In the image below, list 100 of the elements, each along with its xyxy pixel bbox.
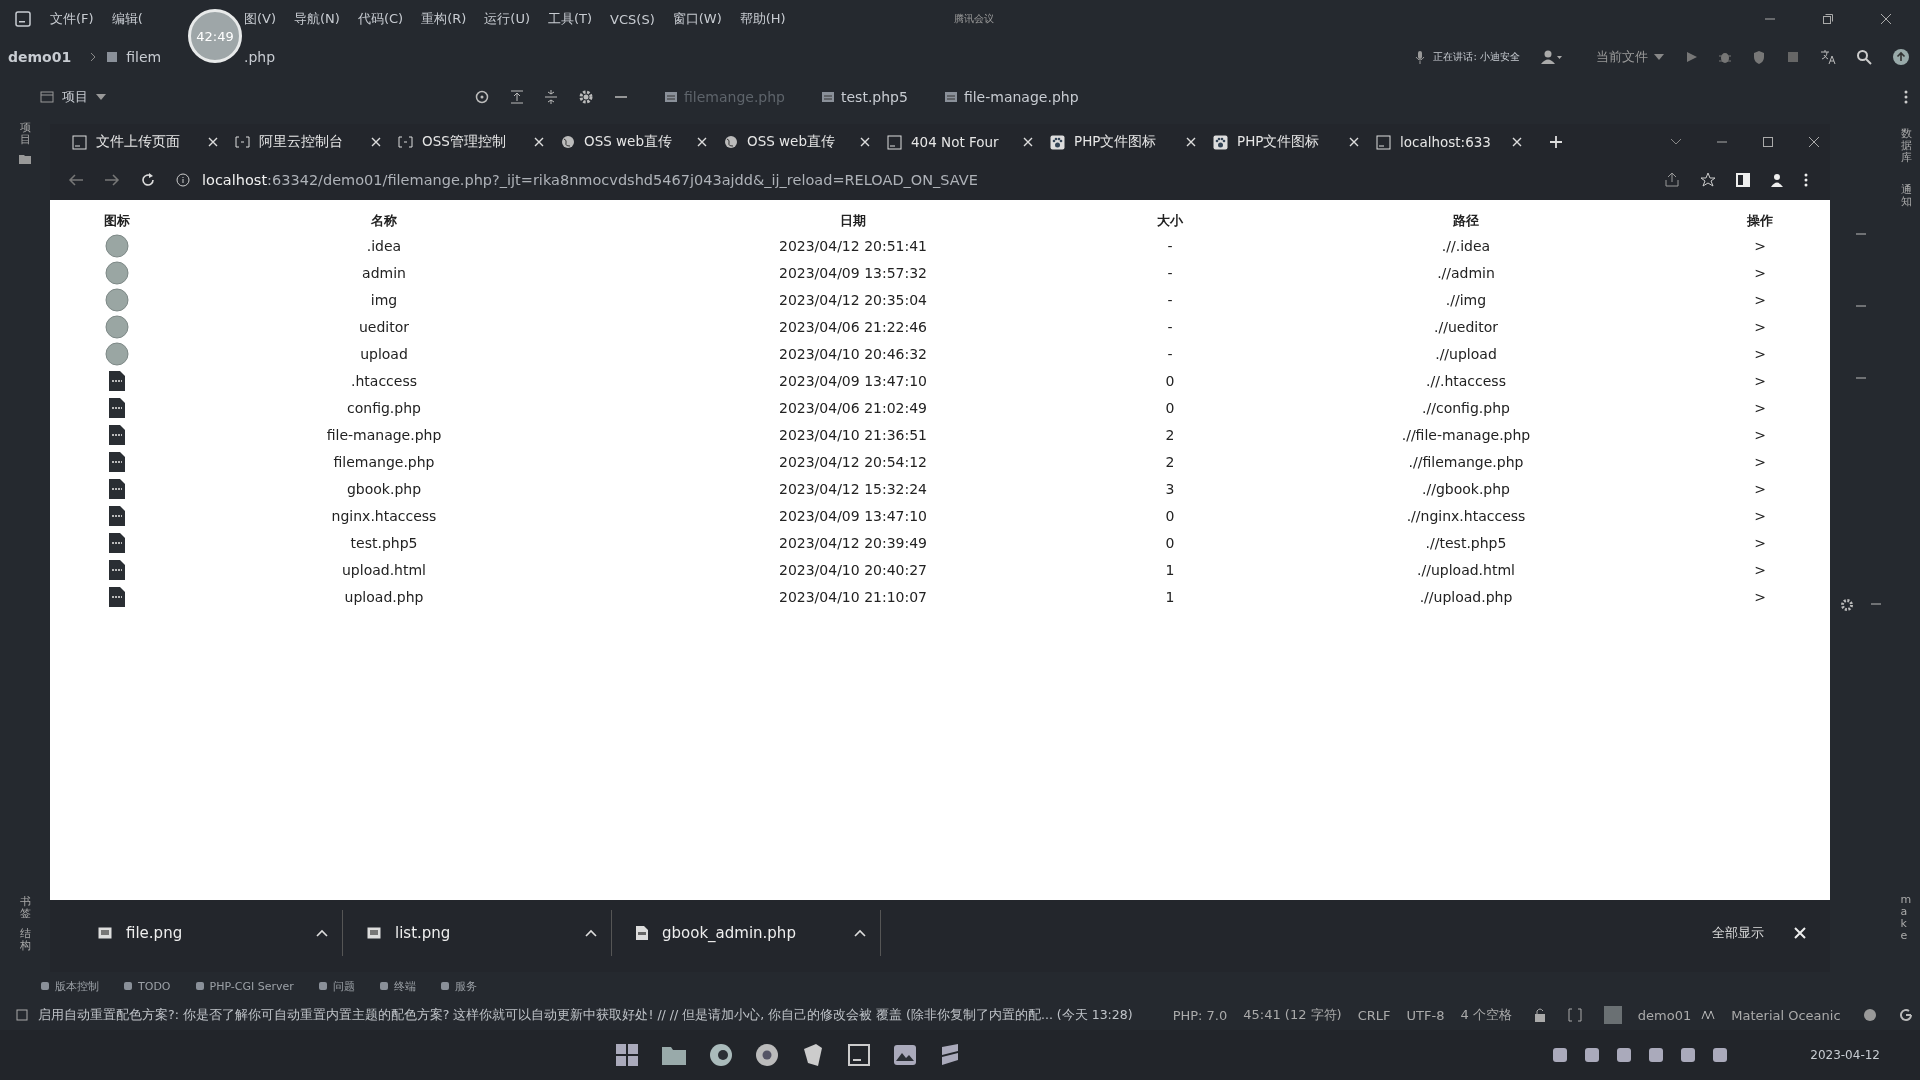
tool-window-tab[interactable]: 服务 <box>439 978 477 994</box>
browser-tab[interactable]: PHP文件图标 <box>1213 133 1359 151</box>
open-link[interactable]: > <box>1754 237 1766 254</box>
menu-item[interactable]: 窗口(W) <box>672 10 722 28</box>
maximize-icon[interactable] <box>1762 136 1774 148</box>
restore-icon[interactable] <box>1822 13 1834 25</box>
browser-tab[interactable]: 文件上传页面 <box>72 133 218 151</box>
menu-item[interactable]: 工具(T) <box>548 10 593 28</box>
menu-item[interactable]: 导航(N) <box>294 10 340 28</box>
chevron-up-icon[interactable] <box>854 929 866 937</box>
shield-icon[interactable] <box>1752 50 1766 64</box>
settings-icon[interactable] <box>1840 598 1854 612</box>
open-link[interactable]: > <box>1754 318 1766 335</box>
open-link[interactable]: > <box>1754 561 1766 578</box>
close-icon[interactable] <box>1808 136 1820 148</box>
tray-icon[interactable] <box>1712 1047 1729 1063</box>
user-icon[interactable] <box>1540 49 1562 65</box>
menu-item[interactable]: 代码(C) <box>357 10 404 28</box>
bug-icon[interactable] <box>1718 50 1732 64</box>
info-icon[interactable] <box>176 173 190 187</box>
run-config-dropdown[interactable]: 当前文件 <box>1596 48 1664 66</box>
open-link[interactable]: > <box>1754 480 1766 497</box>
tool-window-tab[interactable]: PHP-CGI Server <box>194 979 294 993</box>
folder-icon[interactable] <box>661 1044 688 1066</box>
browser-tab[interactable]: 阿里云控制台 <box>235 133 381 151</box>
close-icon[interactable] <box>1880 13 1892 25</box>
show-all-button[interactable]: 全部显示 <box>1702 918 1774 948</box>
menu-item[interactable]: 帮助(H) <box>739 10 786 28</box>
menu-item[interactable]: 文件(F) <box>50 10 94 28</box>
status-item[interactable]: 4 个空格 <box>1460 1006 1512 1024</box>
open-link[interactable]: > <box>1754 372 1766 389</box>
chevron-up-icon[interactable] <box>316 929 328 937</box>
editor-tab[interactable]: test.php5 <box>821 89 908 105</box>
chevron-up-icon[interactable] <box>585 929 597 937</box>
translate-icon[interactable] <box>1820 49 1836 65</box>
download-item[interactable]: file.png <box>74 910 343 956</box>
lock-icon[interactable] <box>1533 1008 1546 1022</box>
breadcrumb-item[interactable]: filem <box>126 49 162 65</box>
browser-tab[interactable]: localhost:633 <box>1376 134 1522 150</box>
menu-item[interactable]: 运行(U) <box>484 10 530 28</box>
tool-window-tab[interactable]: 终端 <box>378 978 416 994</box>
open-link[interactable]: > <box>1754 453 1766 470</box>
sidebar-icon[interactable] <box>1736 173 1750 187</box>
star-icon[interactable] <box>1700 172 1716 188</box>
update-icon[interactable] <box>1892 48 1910 66</box>
menu-item[interactable]: 编辑( <box>111 10 143 28</box>
status-message[interactable]: 启用自动重置配色方案?: 你是否了解你可自动重置内置主题的配色方案? 这样你就可以自动更新中获取好处! // // 但是请加小心, 你自己的修改会被 覆盖 (除非你复制了内置的配... (今天 13:28) <box>38 1006 1133 1024</box>
editor-tab[interactable]: file-manage.php <box>943 89 1079 105</box>
menu-item[interactable]: 图(V) <box>244 10 277 28</box>
side-tab[interactable]: 通知 <box>1900 184 1912 209</box>
browser-icon[interactable] <box>709 1043 734 1067</box>
tray-icon[interactable] <box>1616 1047 1633 1063</box>
status-item[interactable]: CRLF <box>1357 1007 1391 1023</box>
browser-tab[interactable]: PHP文件图标 <box>1050 133 1196 151</box>
status-item[interactable]: demo01 <box>1637 1007 1692 1023</box>
globe-icon[interactable] <box>1862 1008 1877 1022</box>
download-item[interactable]: gbook_admin.php <box>612 910 881 956</box>
tray-icon[interactable] <box>1552 1047 1569 1063</box>
side-tab[interactable]: 结构 <box>19 927 31 952</box>
menu-item[interactable]: 重构(R) <box>421 10 467 28</box>
status-item[interactable]: PHP: 7.0 <box>1172 1007 1228 1023</box>
share-icon[interactable] <box>1664 172 1680 188</box>
new-tab-icon[interactable] <box>1549 135 1563 149</box>
run-icon[interactable] <box>1684 50 1698 64</box>
chevron-down-icon[interactable] <box>1670 138 1682 146</box>
browser-tab[interactable]: OSS web直传 <box>724 133 870 151</box>
image-app-icon[interactable] <box>893 1043 918 1067</box>
side-tab[interactable]: make <box>1900 893 1912 942</box>
bracket-icon[interactable] <box>1567 1008 1582 1022</box>
open-link[interactable]: > <box>1754 345 1766 362</box>
browser-icon[interactable] <box>755 1043 780 1067</box>
caret-icon[interactable] <box>96 94 106 100</box>
back-icon[interactable] <box>68 173 84 187</box>
profile-icon[interactable] <box>1770 173 1784 187</box>
tool-window-tab[interactable]: 问题 <box>317 978 355 994</box>
tray-icon[interactable] <box>1584 1047 1601 1063</box>
browser-tab[interactable]: 404 Not Four <box>887 134 1033 150</box>
open-link[interactable]: > <box>1754 426 1766 443</box>
project-panel-title[interactable]: 项目 <box>62 88 88 106</box>
search-icon[interactable] <box>1856 49 1872 65</box>
more-icon[interactable] <box>1804 173 1808 187</box>
address-bar[interactable]: localhost:63342/demo01/filemange.php?_ijt=rika8nmocvdshd5467j043ajdd&_ij_reload=RELOAD_ON_SAVE <box>202 172 978 188</box>
browser-tab[interactable]: OSS web直传 <box>561 133 707 151</box>
forward-icon[interactable] <box>104 173 120 187</box>
tool-window-tab[interactable]: TODO <box>123 979 171 993</box>
tray-icon[interactable] <box>1680 1047 1697 1063</box>
side-tab[interactable]: 数据库 <box>1900 128 1912 165</box>
side-tab[interactable]: 书签 <box>19 895 31 920</box>
tray-icon[interactable] <box>1648 1047 1665 1063</box>
start-icon[interactable] <box>615 1043 640 1067</box>
status-item[interactable]: 45:41 (12 字符) <box>1243 1006 1342 1024</box>
open-link[interactable]: > <box>1754 588 1766 605</box>
open-link[interactable]: > <box>1754 534 1766 551</box>
ide-icon[interactable] <box>847 1043 872 1067</box>
breadcrumb-item[interactable]: .php <box>244 49 276 65</box>
menu-item[interactable]: VCS(S) <box>610 11 655 27</box>
collapse-all-icon[interactable] <box>544 89 558 105</box>
settings-icon[interactable] <box>578 89 594 105</box>
open-link[interactable]: > <box>1754 264 1766 281</box>
reload-icon[interactable] <box>140 172 156 188</box>
